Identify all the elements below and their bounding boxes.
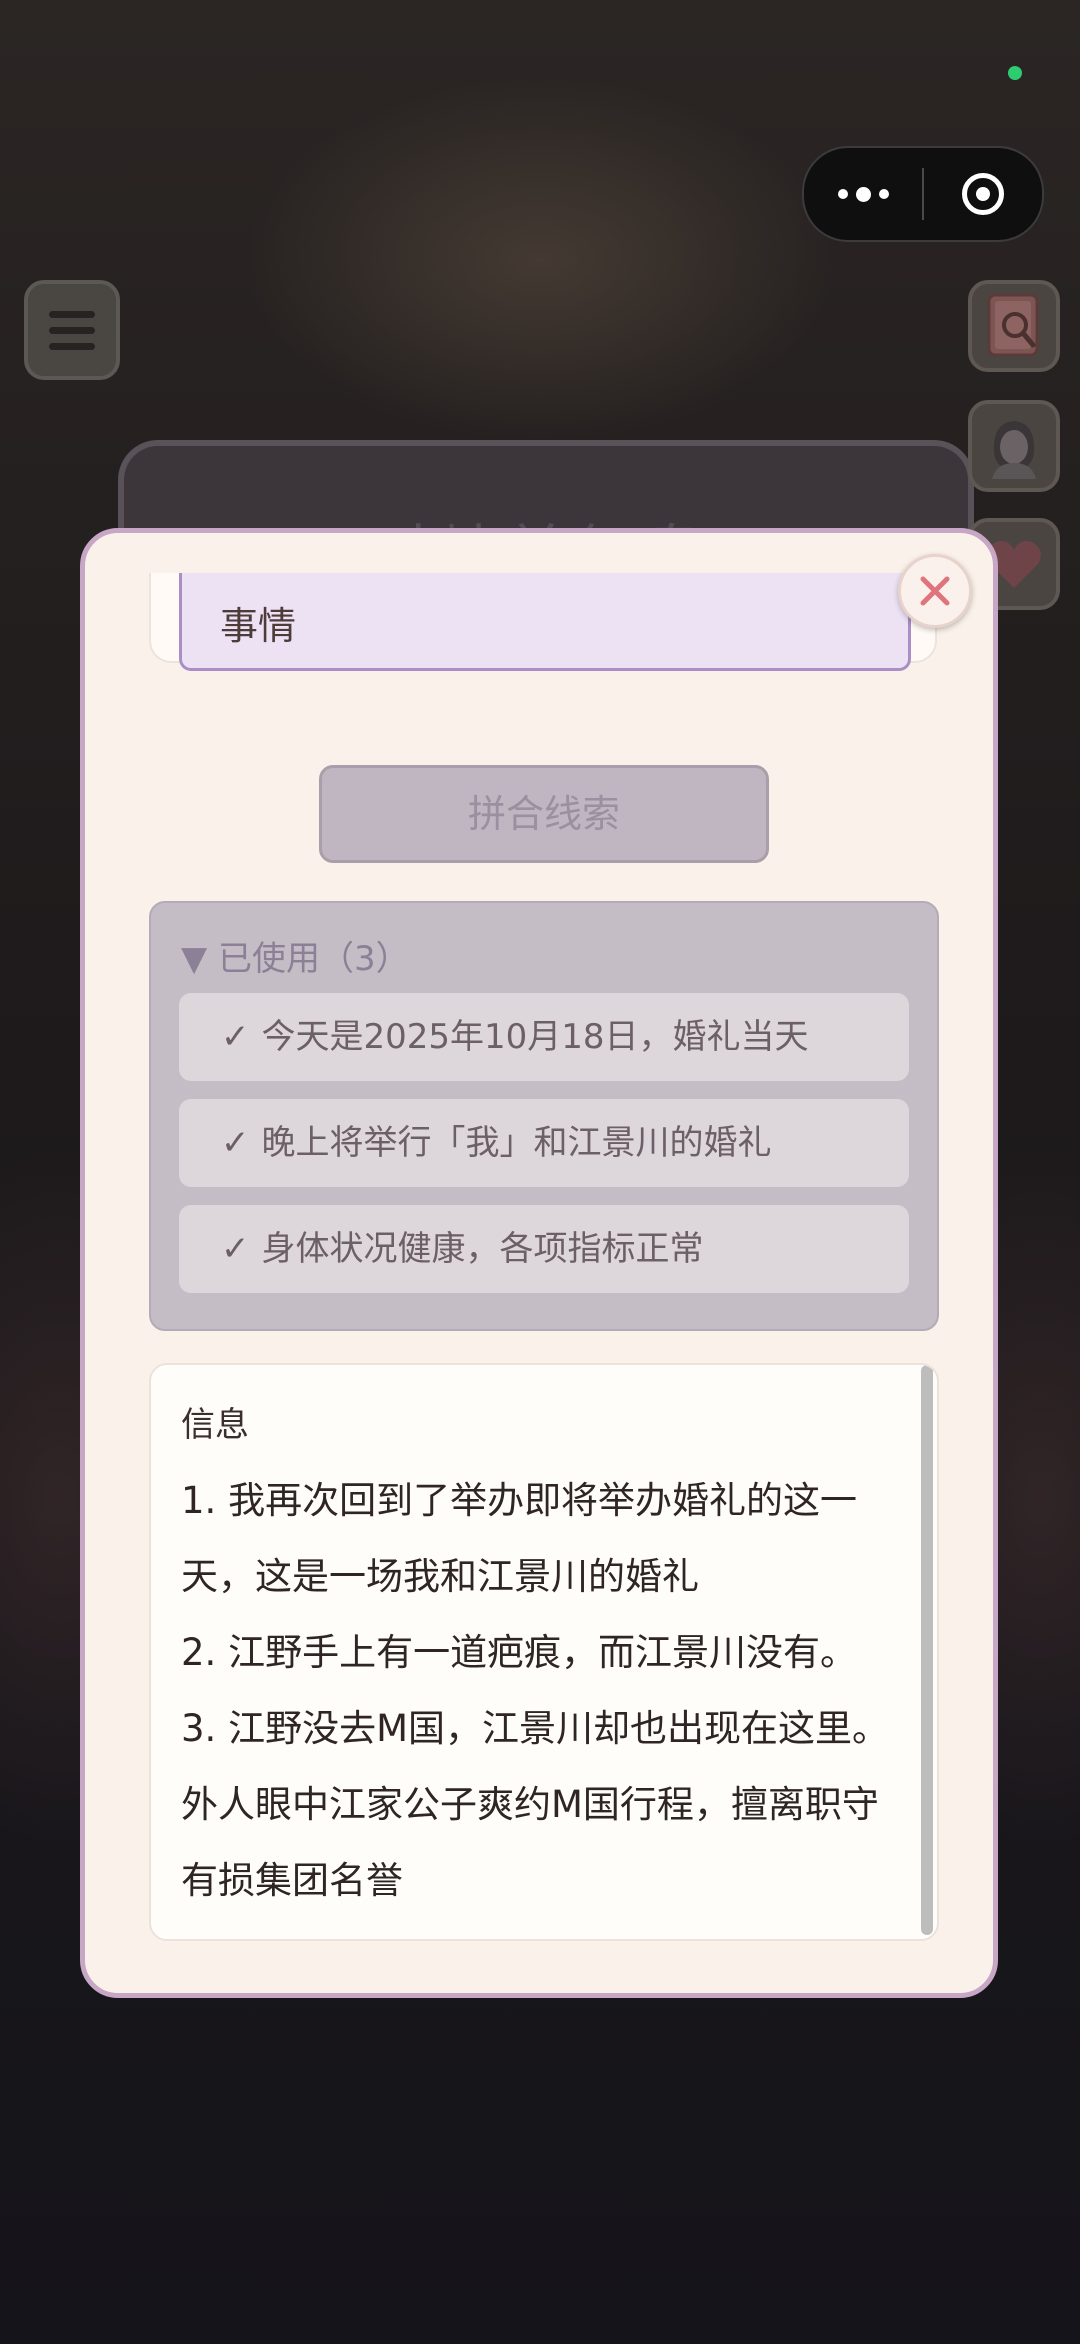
notebook-search-icon[interactable]	[968, 280, 1060, 372]
info-panel[interactable]: 信息 1. 我再次回到了举办即将举办婚礼的这一天，这是一场我和江景川的婚礼 2.…	[149, 1363, 939, 1941]
check-icon: ✓	[221, 1229, 250, 1269]
used-clue-item: ✓ 今天是2025年10月18日，婚礼当天	[179, 993, 909, 1081]
close-modal-button[interactable]	[898, 554, 972, 628]
used-clue-text: 今天是2025年10月18日，婚礼当天	[261, 1017, 809, 1057]
used-clues-panel: ▼ 已使用（3） ✓ 今天是2025年10月18日，婚礼当天 ✓ 晚上将举行「我」和…	[149, 901, 939, 1331]
status-dot	[1008, 66, 1022, 80]
info-line: 3. 江野没去M国，江景川却也出现在这里。外人眼中江家公子爽约M国行程，擅离职守…	[181, 1707, 889, 1902]
used-clues-toggle[interactable]: ▼ 已使用（3）	[181, 931, 410, 980]
info-scrollbar[interactable]	[921, 1365, 933, 1935]
capsule-close-button[interactable]	[924, 173, 1042, 215]
more-dots-icon[interactable]	[804, 186, 922, 202]
used-clue-item: ✓ 身体状况健康，各项指标正常	[179, 1205, 909, 1293]
target-close-icon	[962, 173, 1004, 215]
used-clue-text: 身体状况健康，各项指标正常	[261, 1229, 704, 1269]
character-portrait-icon[interactable]	[968, 400, 1060, 492]
check-icon: ✓	[221, 1123, 250, 1163]
info-body: 1. 我再次回到了举办即将举办婚礼的这一天，这是一场我和江景川的婚礼 2. 江野…	[181, 1463, 905, 1919]
used-clue-text: 晚上将举行「我」和江景川的婚礼	[261, 1123, 772, 1163]
clue-merge-modal: 事情 拼合线索 ▼ 已使用（3） ✓ 今天是2025年10月18日，婚礼当天 ✓ 晚…	[80, 528, 998, 1998]
merge-clues-button[interactable]: 拼合线索	[319, 765, 769, 863]
clue-input-card: 事情	[149, 573, 937, 671]
miniprogram-capsule	[802, 146, 1044, 242]
info-line: 2. 江野手上有一道疤痕，而江景川没有。	[181, 1631, 858, 1674]
used-clue-item: ✓ 晚上将举行「我」和江景川的婚礼	[179, 1099, 909, 1187]
info-title: 信息	[181, 1405, 249, 1445]
check-icon: ✓	[221, 1017, 250, 1057]
clue-input-field[interactable]: 事情	[179, 573, 911, 671]
info-line: 1. 我再次回到了举办即将举办婚礼的这一天，这是一场我和江景川的婚礼	[181, 1479, 858, 1598]
menu-icon[interactable]	[24, 280, 120, 380]
close-icon	[920, 576, 950, 606]
